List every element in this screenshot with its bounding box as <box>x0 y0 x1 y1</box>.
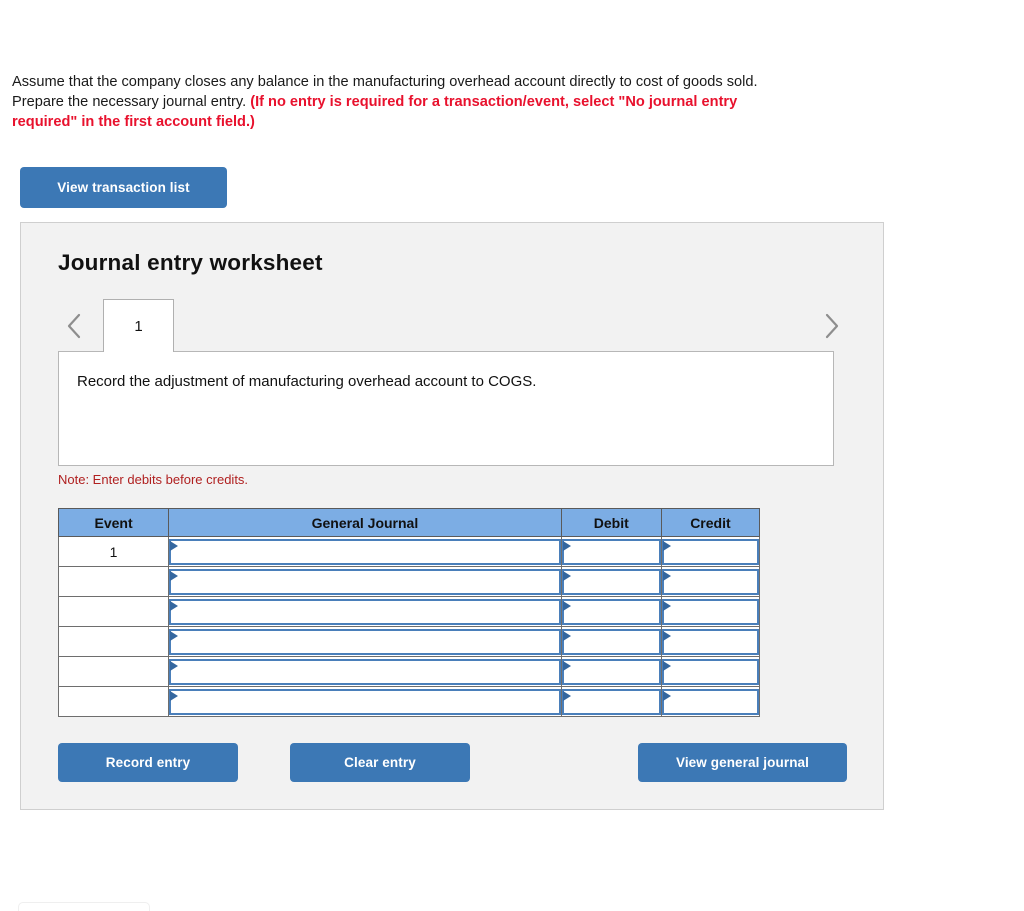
credit-cell[interactable] <box>660 626 761 657</box>
table-row <box>57 566 761 597</box>
journal-entry-table: Event General Journal Debit Credit 1 <box>57 508 761 717</box>
journal-entry-table-body: 1 <box>57 536 761 717</box>
table-row: 1 <box>57 536 761 567</box>
table-row <box>57 656 761 687</box>
debit-cell[interactable] <box>560 596 662 627</box>
general-journal-cell[interactable] <box>168 566 562 597</box>
view-transaction-list-button[interactable]: View transaction list <box>20 167 227 208</box>
transaction-description-text: Record the adjustment of manufacturing o… <box>77 373 537 390</box>
record-entry-button[interactable]: Record entry <box>58 743 238 782</box>
transaction-description-box: Record the adjustment of manufacturing o… <box>58 351 834 466</box>
question-prompt: Assume that the company closes any balan… <box>12 72 802 132</box>
page-root: Assume that the company closes any balan… <box>0 0 1024 911</box>
column-header-general-journal: General Journal <box>168 508 562 537</box>
column-header-credit: Credit <box>660 508 761 537</box>
chevron-left-icon <box>66 312 83 340</box>
worksheet-tabstrip: 1 <box>21 295 885 353</box>
debit-input[interactable] <box>561 598 661 625</box>
credit-input[interactable] <box>661 688 759 715</box>
debit-input[interactable] <box>561 658 661 685</box>
credit-input[interactable] <box>661 538 759 565</box>
chevron-right-icon <box>823 312 840 340</box>
journal-entry-worksheet-panel: Journal entry worksheet 1 Record the adj… <box>20 222 884 810</box>
debit-cell[interactable] <box>560 656 662 687</box>
debit-input[interactable] <box>561 688 661 715</box>
general-journal-input[interactable] <box>169 568 561 595</box>
event-number-cell <box>57 566 170 597</box>
credit-cell[interactable] <box>660 596 761 627</box>
general-journal-input[interactable] <box>169 688 561 715</box>
panel-title: Journal entry worksheet <box>58 250 323 275</box>
credit-input[interactable] <box>661 568 759 595</box>
credit-cell[interactable] <box>660 536 761 567</box>
general-journal-input[interactable] <box>169 598 561 625</box>
credit-cell[interactable] <box>660 566 761 597</box>
view-general-journal-button[interactable]: View general journal <box>638 743 847 782</box>
general-journal-cell[interactable] <box>168 626 562 657</box>
debit-cell[interactable] <box>560 626 662 657</box>
general-journal-input[interactable] <box>169 658 561 685</box>
general-journal-input[interactable] <box>169 538 561 565</box>
worksheet-tab-label: 1 <box>134 317 143 335</box>
debit-input[interactable] <box>561 538 661 565</box>
credit-input[interactable] <box>661 658 759 685</box>
debit-input[interactable] <box>561 568 661 595</box>
offscreen-control-stub <box>18 902 150 911</box>
credit-cell[interactable] <box>660 656 761 687</box>
debit-cell[interactable] <box>560 536 662 567</box>
event-number-cell <box>57 596 170 627</box>
credit-input[interactable] <box>661 628 759 655</box>
event-number-cell <box>57 656 170 687</box>
previous-tab-button[interactable] <box>59 309 89 343</box>
general-journal-cell[interactable] <box>168 596 562 627</box>
debit-cell[interactable] <box>560 686 662 717</box>
next-tab-button[interactable] <box>816 309 846 343</box>
general-journal-cell[interactable] <box>168 656 562 687</box>
debits-before-credits-note: Note: Enter debits before credits. <box>58 472 249 487</box>
worksheet-tab-1[interactable]: 1 <box>103 299 174 352</box>
general-journal-cell[interactable] <box>168 536 562 567</box>
table-row <box>57 596 761 627</box>
event-number-cell: 1 <box>57 536 170 567</box>
clear-entry-button[interactable]: Clear entry <box>290 743 470 782</box>
general-journal-cell[interactable] <box>168 686 562 717</box>
debit-cell[interactable] <box>560 566 662 597</box>
general-journal-input[interactable] <box>169 628 561 655</box>
event-number-cell <box>57 686 170 717</box>
table-header-row: Event General Journal Debit Credit <box>57 508 761 537</box>
table-row <box>57 686 761 717</box>
column-header-event: Event <box>57 508 170 537</box>
event-number-cell <box>57 626 170 657</box>
credit-input[interactable] <box>661 598 759 625</box>
table-row <box>57 626 761 657</box>
debit-input[interactable] <box>561 628 661 655</box>
column-header-debit: Debit <box>560 508 662 537</box>
credit-cell[interactable] <box>660 686 761 717</box>
